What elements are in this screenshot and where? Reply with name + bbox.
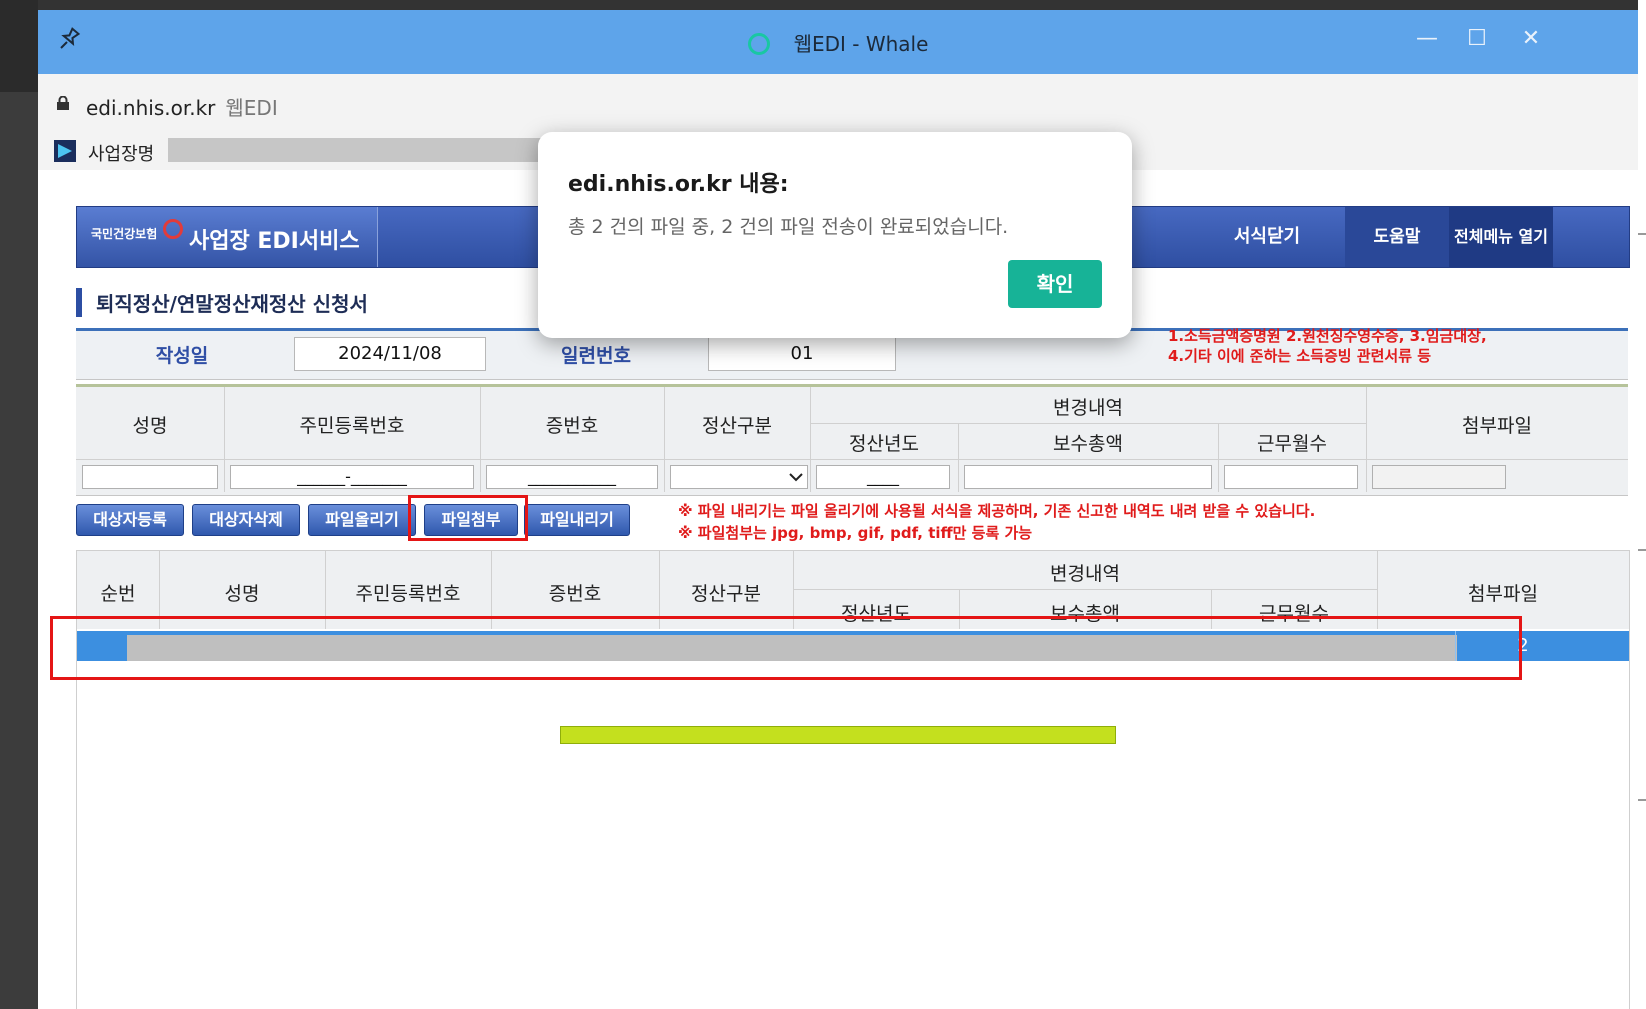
desktop-right-edge [1638, 0, 1646, 1009]
download-file-button[interactable]: 파일내리기 [524, 504, 630, 536]
list-header-settle-type: 정산구분 [691, 583, 761, 605]
list-header-name: 성명 [224, 583, 260, 605]
header-rrn: 주민등록번호 [299, 415, 405, 437]
desktop-background [0, 0, 1646, 10]
upload-file-button[interactable]: 파일올리기 [308, 504, 416, 536]
settle-type-select[interactable] [670, 465, 808, 489]
action-note-2: ※ 파일첨부는 jpg, bmp, gif, pdf, tiff만 등록 가능 [678, 524, 1033, 542]
site-name: 웹EDI [225, 96, 278, 120]
document-note-line1: 1.소득금액증명원 2.원천징수영수증, 3.임금대장, [1168, 327, 1487, 345]
document-note: 1.소득금액증명원 2.원천징수영수증, 3.임금대장, 4.기타 이에 준하는… [1168, 326, 1487, 366]
list-header-seq: 순번 [100, 583, 136, 605]
highlight-result-row [50, 616, 1522, 680]
alert-dialog: edi.nhis.or.kr 내용: 총 2 건의 파일 중, 2 건의 파일 … [538, 132, 1132, 338]
url-text: edi.nhis.or.kr [86, 96, 216, 120]
list-header-cert-no: 증번호 [548, 583, 602, 605]
list-header-attach: 첨부파일 [1468, 583, 1538, 605]
list-header-change: 변경내역 [1050, 563, 1120, 585]
input-table: 성명 주민등록번호 증번호 정산구분 변경내역 첨부파일 정산년도 보수총액 근… [76, 384, 1628, 496]
dialog-title: edi.nhis.or.kr 내용: [568, 172, 789, 197]
list-header-rrn: 주민등록번호 [355, 583, 461, 605]
background-window-ticks [1638, 233, 1646, 801]
document-note-line2: 4.기타 이에 준하는 소득증빙 관련서류 등 [1168, 347, 1432, 365]
help-button[interactable]: 도움말 [1345, 207, 1449, 267]
name-input[interactable] [82, 465, 218, 489]
highlight-attach-button [408, 495, 528, 541]
address-bar[interactable]: edi.nhis.or.kr 웹EDI [38, 74, 1638, 130]
date-label: 작성일 [155, 345, 209, 367]
service-logo[interactable]: 국민건강보험 사업장 EDI서비스 [77, 207, 378, 267]
minimize-button[interactable]: — [1412, 24, 1442, 54]
lock-icon [57, 96, 69, 110]
serial-label: 일련번호 [561, 345, 631, 367]
logo-mark-icon [163, 219, 183, 239]
total-pay-input[interactable] [964, 465, 1212, 489]
close-form-button[interactable]: 서식닫기 [1189, 207, 1345, 267]
close-window-button[interactable]: ✕ [1516, 24, 1546, 54]
date-field[interactable]: 2024/11/08 [294, 337, 486, 371]
progress-bar [560, 726, 1116, 744]
header-months: 근무월수 [1257, 433, 1327, 455]
logo-title: 사업장 EDI서비스 [189, 229, 360, 254]
address-url[interactable]: edi.nhis.or.kr 웹EDI [86, 92, 278, 121]
edi-app-icon [54, 140, 76, 162]
business-name-label: 사업장명 [88, 144, 155, 165]
logo-small-text: 국민건강보험 [91, 227, 158, 241]
settle-year-input[interactable]: ____ [816, 465, 950, 489]
desktop-left-top [0, 0, 38, 92]
delete-target-button[interactable]: 대상자삭제 [192, 504, 300, 536]
dialog-message: 총 2 건의 파일 중, 2 건의 파일 전송이 완료되었습니다. [568, 216, 1009, 238]
register-target-button[interactable]: 대상자등록 [76, 504, 184, 536]
whale-logo-icon [747, 33, 770, 55]
action-note-1: ※ 파일 내리기는 파일 올리기에 사용될 서식을 제공하며, 기존 신고한 내… [678, 502, 1316, 520]
page-title: 퇴직정산/연말정산재정산 신청서 [76, 288, 368, 317]
attach-input [1372, 465, 1506, 489]
header-name: 성명 [132, 415, 168, 437]
header-cert-no: 증번호 [545, 415, 599, 437]
header-settle-year: 정산년도 [849, 433, 919, 455]
window-title-text: 웹EDI - Whale [793, 32, 929, 56]
browser-window: 웹EDI - Whale — ☐ ✕ edi.nhis.or.kr 웹EDI 사업… [38, 10, 1638, 1009]
rrn-input[interactable]: ______-_______ [230, 465, 474, 489]
months-input[interactable] [1224, 465, 1358, 489]
desktop-left-edge [0, 0, 38, 1009]
dialog-ok-button[interactable]: 확인 [1008, 260, 1102, 308]
window-title: 웹EDI - Whale [38, 28, 1638, 57]
header-attach: 첨부파일 [1462, 415, 1532, 437]
action-notes: ※ 파일 내리기는 파일 올리기에 사용될 서식을 제공하며, 기존 신고한 내… [678, 500, 1315, 544]
full-menu-button[interactable]: 전체메뉴 열기 [1449, 207, 1553, 267]
header-total-pay: 보수총액 [1053, 433, 1123, 455]
cert-no-input[interactable]: ___________ [486, 465, 658, 489]
header-settle-type: 정산구분 [702, 415, 772, 437]
header-change: 변경내역 [1053, 397, 1123, 419]
title-bar[interactable]: 웹EDI - Whale — ☐ ✕ [38, 10, 1638, 74]
chevron-down-icon [789, 473, 803, 482]
serial-field[interactable]: 01 [708, 337, 896, 371]
business-name-redacted [168, 138, 553, 162]
maximize-button[interactable]: ☐ [1462, 24, 1492, 54]
